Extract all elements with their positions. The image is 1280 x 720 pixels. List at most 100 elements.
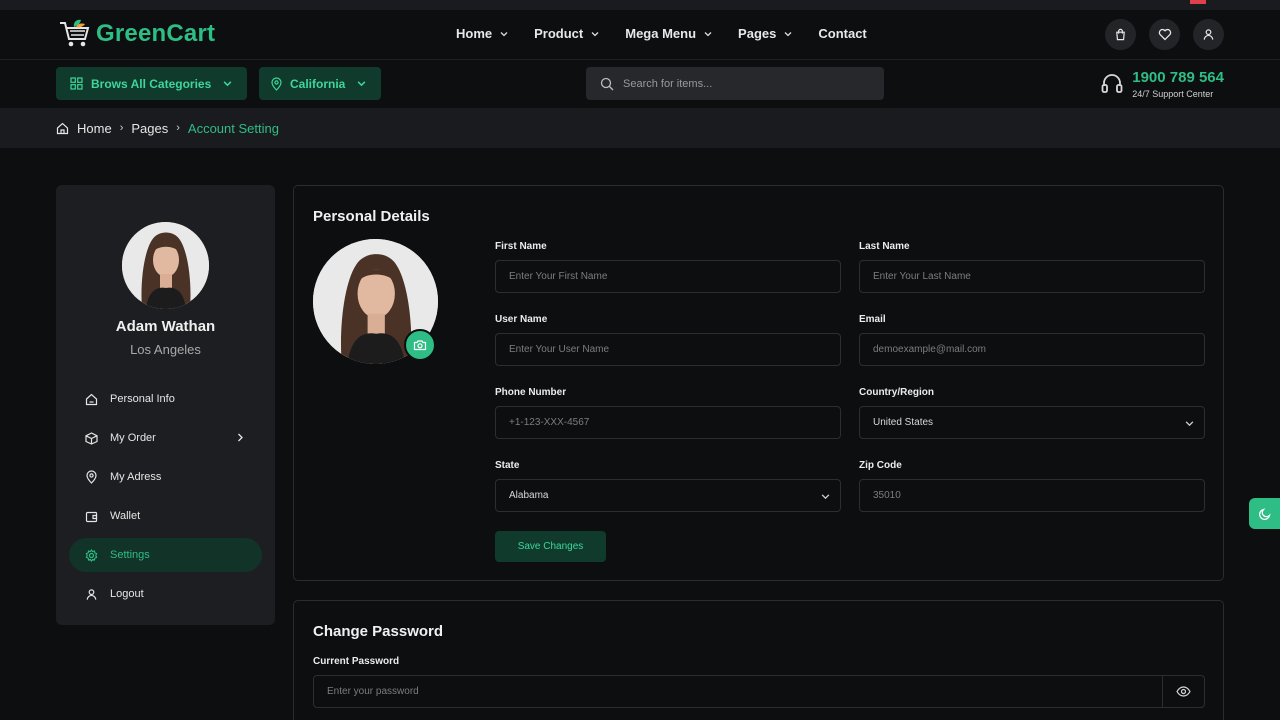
support-info: 1900 789 564 24/7 Support Center — [1100, 69, 1224, 99]
nav-home[interactable]: Home — [456, 26, 508, 41]
user-name-group: User Name Enter Your User Name — [495, 314, 841, 366]
chevron-right-icon — [238, 433, 243, 442]
support-phone[interactable]: 1900 789 564 — [1132, 69, 1224, 86]
user-name-label: User Name — [495, 314, 548, 325]
nav-pages[interactable]: Pages — [738, 26, 792, 41]
email-label: Email — [859, 314, 886, 325]
country-select[interactable]: United States — [859, 406, 1205, 439]
headset-icon — [1101, 74, 1123, 93]
sidebar-item-label: Wallet — [110, 510, 141, 522]
chevron-down-icon — [704, 31, 712, 36]
section-title: Change Password — [313, 623, 444, 640]
chevron-down-icon — [591, 31, 599, 36]
nav-label: Mega Menu — [625, 26, 697, 41]
breadcrumb-home[interactable]: Home — [77, 121, 112, 136]
last-name-group: Last Name Enter Your Last Name — [859, 241, 1205, 293]
last-name-field[interactable]: Enter Your Last Name — [859, 260, 1205, 293]
sidebar-item-label: Settings — [110, 549, 150, 561]
user-name-placeholder: Enter Your User Name — [509, 344, 610, 355]
save-changes-button[interactable]: Save Changes — [495, 531, 606, 562]
sidebar-item-label: My Adress — [110, 471, 162, 483]
current-password-placeholder: Enter your password — [327, 686, 419, 697]
nav-label: Home — [456, 26, 493, 41]
sidebar-item-wallet[interactable]: Wallet — [69, 499, 262, 533]
nav-contact[interactable]: Contact — [818, 26, 866, 41]
sidebar-item-label: Personal Info — [110, 393, 175, 405]
phone-label: Phone Number — [495, 387, 567, 398]
change-photo-button[interactable] — [404, 329, 436, 361]
nav-label: Contact — [818, 26, 867, 41]
moon-icon — [1258, 507, 1271, 520]
nav-label: Product — [534, 26, 584, 41]
cart-button[interactable] — [1105, 19, 1136, 50]
breadcrumb: Home › Pages › Account Setting — [0, 108, 1280, 148]
browse-categories-button[interactable]: Brows All Categories — [56, 67, 247, 100]
heart-icon — [1158, 28, 1171, 41]
sidebar-item-label: My Order — [110, 432, 156, 444]
sidebar-item-settings[interactable]: Settings — [69, 538, 262, 572]
country-value: United States — [873, 417, 934, 428]
box-icon — [85, 431, 98, 445]
location-label: California — [290, 76, 346, 91]
sidebar-item-my-order[interactable]: My Order — [69, 421, 262, 455]
state-select[interactable]: Alabama — [495, 479, 841, 512]
first-name-placeholder: Enter Your First Name — [509, 271, 608, 282]
state-group: State Alabama — [495, 460, 841, 512]
zip-field[interactable]: 35010 — [859, 479, 1205, 512]
main-nav: Home Product Mega Menu Pages Contact — [456, 26, 893, 41]
grid-icon — [70, 77, 83, 90]
chevron-down-icon — [500, 31, 508, 36]
main-header: GreenCart Home Product Mega Menu Pages C… — [0, 10, 1280, 60]
avatar — [122, 222, 209, 309]
sidebar-menu: Personal Info My Order My Adress Wallet … — [69, 382, 262, 616]
user-icon — [86, 588, 97, 600]
email-field[interactable]: demoexample@mail.com — [859, 333, 1205, 366]
first-name-label: First Name — [495, 241, 547, 252]
state-value: Alabama — [509, 490, 549, 501]
email-placeholder: demoexample@mail.com — [873, 344, 986, 355]
sidebar-item-personal-info[interactable]: Personal Info — [69, 382, 262, 416]
sidebar-item-label: Logout — [110, 588, 144, 600]
user-name-field[interactable]: Enter Your User Name — [495, 333, 841, 366]
location-selector[interactable]: California — [259, 67, 381, 100]
wallet-icon — [85, 511, 98, 522]
first-name-field[interactable]: Enter Your First Name — [495, 260, 841, 293]
cart-logo-icon — [58, 18, 92, 50]
current-password-label: Current Password — [313, 656, 400, 667]
country-group: Country/Region United States — [859, 387, 1205, 439]
profile-name: Adam Wathan — [115, 318, 216, 335]
toggle-password-button[interactable] — [1162, 676, 1204, 707]
wishlist-button[interactable] — [1149, 19, 1180, 50]
top-strip — [0, 0, 1280, 10]
change-password-card: Change Password Current Password Enter y… — [293, 600, 1224, 720]
chevron-right-icon: › — [176, 122, 180, 134]
logo[interactable]: GreenCart — [58, 18, 215, 50]
section-title: Personal Details — [313, 208, 430, 225]
current-password-field[interactable]: Enter your password — [313, 675, 1205, 708]
nav-label: Pages — [738, 26, 777, 41]
sidebar-item-my-adress[interactable]: My Adress — [69, 460, 262, 494]
breadcrumb-current: Account Setting — [187, 120, 279, 136]
search-bar — [586, 67, 884, 100]
current-password-group: Current Password Enter your password — [313, 656, 1205, 708]
last-name-placeholder: Enter Your Last Name — [873, 271, 971, 282]
search-icon — [600, 77, 614, 90]
chevron-down-icon — [223, 81, 232, 87]
phone-field[interactable]: +1-123-XXX-4567 — [495, 406, 841, 439]
home-icon — [85, 393, 98, 405]
chevron-down-icon — [784, 31, 792, 36]
chevron-down-icon — [357, 81, 366, 87]
map-pin-icon — [271, 76, 282, 91]
eye-icon — [1176, 686, 1191, 697]
personal-details-card: Personal Details First Name Enter Your F… — [293, 185, 1224, 581]
search-input[interactable] — [623, 77, 863, 90]
nav-mega-menu[interactable]: Mega Menu — [625, 26, 712, 41]
theme-toggle-button[interactable] — [1249, 498, 1280, 529]
home-icon — [56, 122, 69, 134]
breadcrumb-pages[interactable]: Pages — [131, 121, 168, 136]
profile-location: Los Angeles — [130, 342, 201, 357]
nav-product[interactable]: Product — [534, 26, 599, 41]
flag-icon — [1190, 0, 1206, 4]
sidebar-item-logout[interactable]: Logout — [69, 577, 262, 611]
account-button[interactable] — [1193, 19, 1224, 50]
